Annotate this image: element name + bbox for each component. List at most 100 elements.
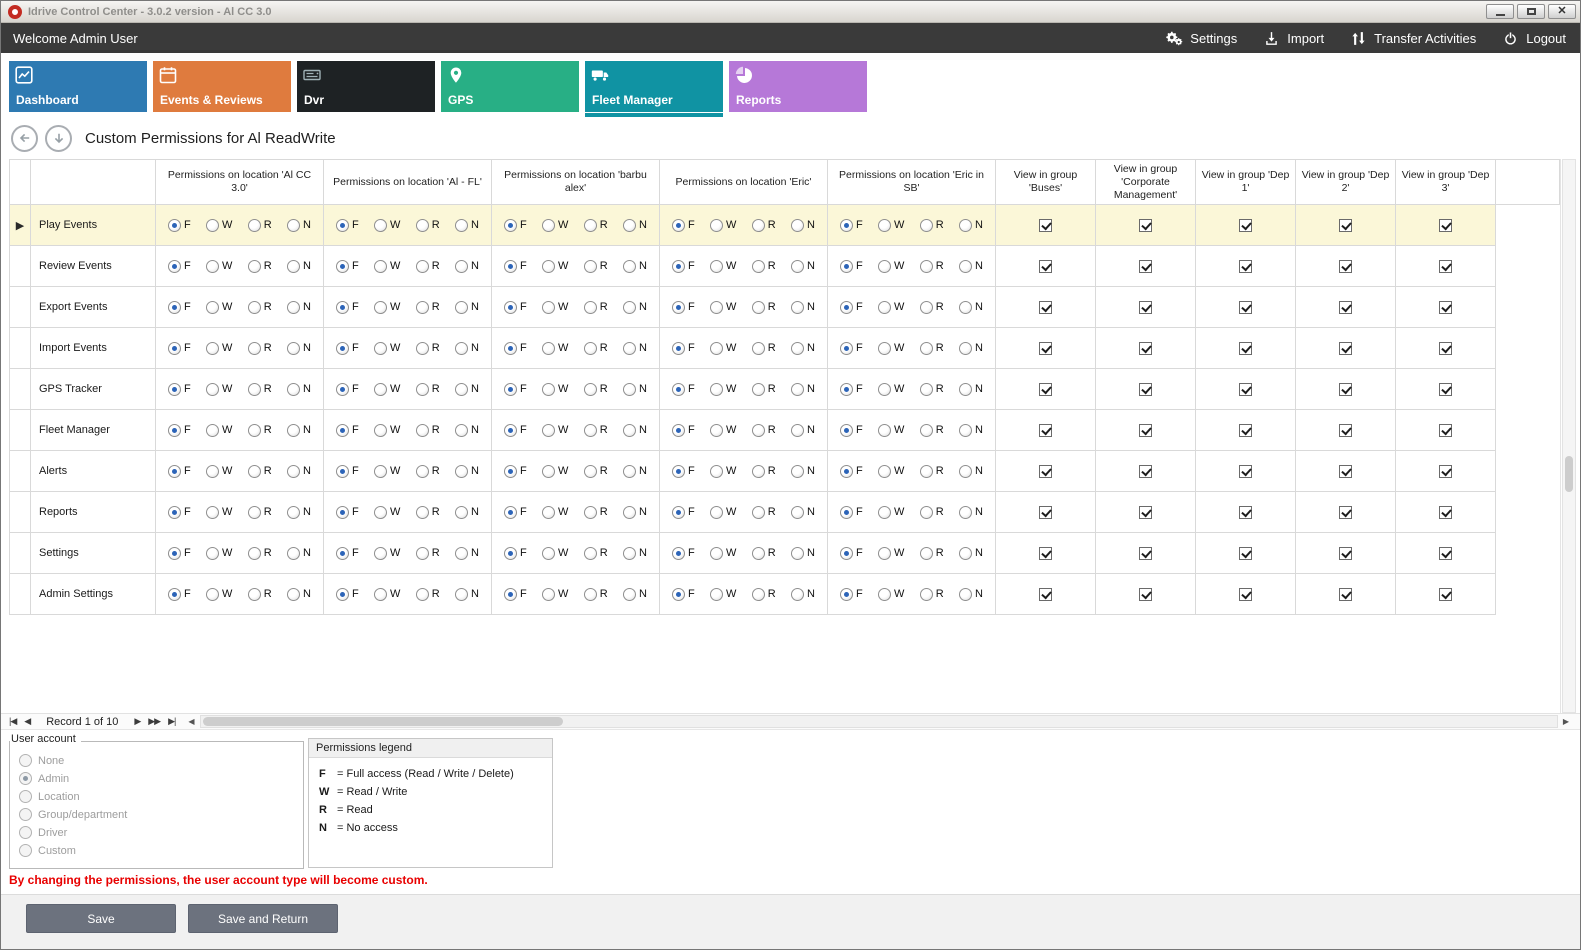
radio-N-button[interactable]	[623, 424, 636, 437]
radio-W-button[interactable]	[710, 424, 723, 437]
radio-F-button[interactable]	[504, 219, 517, 232]
radio-option-N[interactable]: N	[623, 588, 647, 601]
radio-option-R[interactable]: R	[920, 383, 944, 396]
radio-N-button[interactable]	[959, 383, 972, 396]
radio-option-W[interactable]: W	[542, 588, 568, 601]
radio-option-N[interactable]: N	[791, 465, 815, 478]
radio-F-button[interactable]	[168, 342, 181, 355]
group-view-checkbox[interactable]	[1339, 465, 1352, 478]
radio-F-button[interactable]	[168, 424, 181, 437]
radio-W-button[interactable]	[542, 465, 555, 478]
group-view-checkbox[interactable]	[1039, 424, 1052, 437]
group-view-checkbox[interactable]	[1439, 383, 1452, 396]
radio-option-R[interactable]: R	[416, 424, 440, 437]
radio-W-button[interactable]	[374, 260, 387, 273]
group-view-checkbox[interactable]	[1139, 342, 1152, 355]
tab-gps[interactable]: GPS	[441, 61, 579, 112]
radio-option-N[interactable]: N	[959, 547, 983, 560]
radio-option-F[interactable]: F	[840, 301, 863, 314]
radio-N-button[interactable]	[791, 424, 804, 437]
radio-W-button[interactable]	[542, 260, 555, 273]
radio-option-W[interactable]: W	[542, 547, 568, 560]
radio-W-button[interactable]	[710, 342, 723, 355]
last-record-button[interactable]: ▶|	[168, 716, 175, 727]
radio-F-button[interactable]	[336, 342, 349, 355]
radio-F-button[interactable]	[672, 301, 685, 314]
radio-option-R[interactable]: R	[752, 465, 776, 478]
radio-F-button[interactable]	[840, 424, 853, 437]
radio-option-W[interactable]: W	[542, 506, 568, 519]
radio-F-button[interactable]	[840, 383, 853, 396]
group-view-checkbox[interactable]	[1139, 424, 1152, 437]
radio-F-button[interactable]	[840, 506, 853, 519]
radio-option-N[interactable]: N	[791, 506, 815, 519]
radio-button[interactable]	[19, 754, 32, 767]
radio-option-F[interactable]: F	[504, 260, 527, 273]
radio-option-R[interactable]: R	[752, 424, 776, 437]
radio-W-button[interactable]	[878, 424, 891, 437]
radio-option-N[interactable]: N	[791, 301, 815, 314]
radio-R-button[interactable]	[584, 301, 597, 314]
user-account-option-admin[interactable]: Admin	[19, 772, 295, 785]
radio-option-R[interactable]: R	[248, 383, 272, 396]
radio-W-button[interactable]	[878, 260, 891, 273]
radio-R-button[interactable]	[920, 219, 933, 232]
radio-option-R[interactable]: R	[584, 465, 608, 478]
radio-option-N[interactable]: N	[455, 342, 479, 355]
radio-option-W[interactable]: W	[374, 260, 400, 273]
radio-option-F[interactable]: F	[168, 383, 191, 396]
radio-option-N[interactable]: N	[791, 342, 815, 355]
radio-R-button[interactable]	[752, 260, 765, 273]
group-view-checkbox[interactable]	[1039, 588, 1052, 601]
radio-N-button[interactable]	[623, 506, 636, 519]
radio-option-W[interactable]: W	[710, 465, 736, 478]
radio-option-N[interactable]: N	[959, 219, 983, 232]
radio-F-button[interactable]	[336, 506, 349, 519]
radio-R-button[interactable]	[248, 301, 261, 314]
radio-W-button[interactable]	[710, 260, 723, 273]
radio-N-button[interactable]	[791, 547, 804, 560]
radio-W-button[interactable]	[710, 383, 723, 396]
radio-N-button[interactable]	[623, 588, 636, 601]
radio-option-F[interactable]: F	[672, 424, 695, 437]
radio-option-R[interactable]: R	[416, 506, 440, 519]
radio-F-button[interactable]	[336, 383, 349, 396]
radio-W-button[interactable]	[374, 424, 387, 437]
first-record-button[interactable]: |◀	[9, 716, 16, 727]
radio-option-W[interactable]: W	[542, 301, 568, 314]
radio-F-button[interactable]	[168, 301, 181, 314]
radio-W-button[interactable]	[374, 383, 387, 396]
radio-option-N[interactable]: N	[959, 588, 983, 601]
radio-option-W[interactable]: W	[710, 383, 736, 396]
group-view-checkbox[interactable]	[1239, 219, 1252, 232]
radio-option-R[interactable]: R	[416, 301, 440, 314]
radio-N-button[interactable]	[959, 547, 972, 560]
radio-option-F[interactable]: F	[168, 219, 191, 232]
radio-R-button[interactable]	[920, 301, 933, 314]
radio-option-F[interactable]: F	[504, 547, 527, 560]
radio-option-F[interactable]: F	[168, 588, 191, 601]
radio-option-R[interactable]: R	[584, 260, 608, 273]
tab-events-reviews[interactable]: Events & Reviews	[153, 61, 291, 112]
radio-option-W[interactable]: W	[710, 547, 736, 560]
radio-option-N[interactable]: N	[287, 588, 311, 601]
radio-option-F[interactable]: F	[168, 342, 191, 355]
radio-R-button[interactable]	[248, 424, 261, 437]
radio-option-W[interactable]: W	[206, 383, 232, 396]
radio-F-button[interactable]	[504, 547, 517, 560]
radio-option-F[interactable]: F	[168, 424, 191, 437]
radio-option-W[interactable]: W	[878, 424, 904, 437]
next-record-button[interactable]: ▶	[134, 716, 140, 727]
radio-R-button[interactable]	[752, 383, 765, 396]
radio-option-R[interactable]: R	[920, 219, 944, 232]
radio-option-W[interactable]: W	[206, 301, 232, 314]
user-account-option-custom[interactable]: Custom	[19, 844, 295, 857]
radio-N-button[interactable]	[287, 383, 300, 396]
radio-W-button[interactable]	[542, 547, 555, 560]
radio-option-R[interactable]: R	[920, 506, 944, 519]
radio-option-R[interactable]: R	[416, 342, 440, 355]
close-button[interactable]: ✕	[1548, 4, 1576, 19]
radio-option-W[interactable]: W	[710, 219, 736, 232]
tab-reports[interactable]: Reports	[729, 61, 867, 112]
radio-F-button[interactable]	[336, 219, 349, 232]
